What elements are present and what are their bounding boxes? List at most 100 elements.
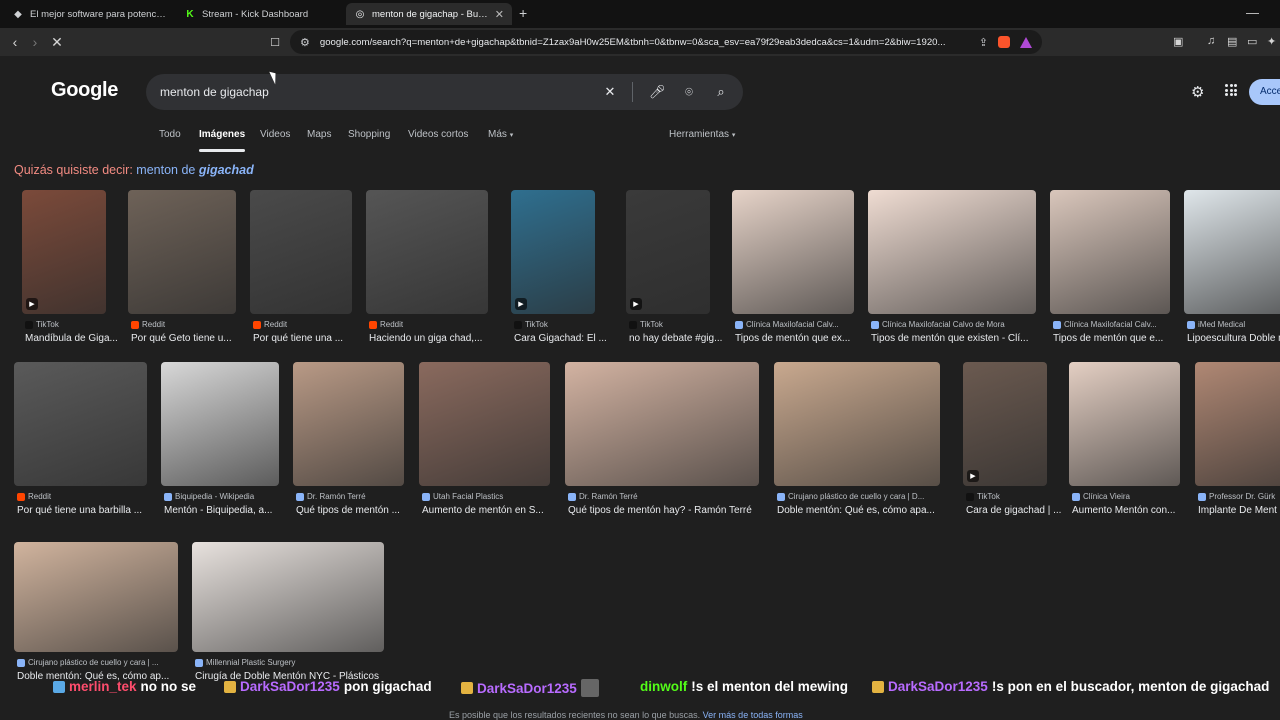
image-source[interactable]: Biquipedia - Wikipedia — [164, 492, 302, 501]
image-result-card[interactable]: Clínica Maxilofacial Calv... Tipos de men… — [1050, 190, 1170, 350]
image-result-card[interactable]: Reddit Por qué tiene una barbilla ... — [14, 362, 147, 522]
image-thumbnail[interactable]: ▶ — [22, 190, 106, 314]
image-caption[interactable]: Qué tipos de mentón ... — [296, 505, 427, 516]
image-thumbnail[interactable] — [732, 190, 854, 314]
site-info-icon[interactable]: ⚙ — [300, 36, 310, 49]
tab-maps[interactable]: Maps — [307, 129, 331, 140]
image-caption[interactable]: no hay debate #gig... — [629, 333, 733, 344]
image-result-card[interactable]: Professor Dr. Gürk Implante De Ment — [1195, 362, 1280, 522]
image-caption[interactable]: Haciendo un giga chad,... — [369, 333, 511, 344]
image-result-card[interactable]: ▶ TikTok no hay debate #gig... — [626, 190, 722, 350]
image-source[interactable]: iMed Medical — [1187, 320, 1280, 329]
close-tab-icon[interactable]: ✕ — [495, 8, 504, 21]
image-result-card[interactable]: Reddit Por qué tiene una ... — [250, 190, 352, 350]
image-result-card[interactable]: Reddit Haciendo un giga chad,... — [366, 190, 488, 350]
search-input[interactable]: menton de gigachap — [160, 85, 586, 99]
image-result-card[interactable]: ▶ TikTok Cara de gigachad | ... — [963, 362, 1061, 522]
image-thumbnail[interactable] — [128, 190, 236, 314]
forward-button[interactable]: › — [25, 32, 45, 52]
image-thumbnail[interactable] — [868, 190, 1036, 314]
screenshot-icon[interactable]: ▣ — [1173, 35, 1183, 48]
image-caption[interactable]: Mandíbula de Giga... — [25, 333, 129, 344]
share-icon[interactable]: ⇪ — [979, 36, 988, 49]
did-you-mean-link[interactable]: menton de gigachad — [136, 163, 253, 177]
image-caption[interactable]: Doble mentón: Qué es, cómo apa... — [777, 505, 963, 516]
image-result-card[interactable]: Dr. Ramón Terré Qué tipos de mentón hay? … — [565, 362, 759, 522]
image-source[interactable]: Cirujano plástico de cuello y cara | D..… — [777, 492, 963, 501]
tab-shopping[interactable]: Shopping — [348, 129, 390, 140]
new-tab-button[interactable]: + — [519, 5, 527, 21]
bookmark-icon[interactable]: ☐ — [265, 32, 285, 52]
microphone-icon[interactable]: 🎤︎ — [649, 84, 666, 100]
image-caption[interactable]: Implante De Ment — [1198, 505, 1280, 516]
sign-in-button[interactable]: Acceder — [1249, 79, 1280, 105]
image-thumbnail[interactable] — [14, 542, 178, 652]
image-result-card[interactable]: Cirujano plástico de cuello y cara | ...… — [14, 542, 178, 688]
image-caption[interactable]: Por qué tiene una ... — [253, 333, 375, 344]
image-caption[interactable]: Mentón - Biquipedia, a... — [164, 505, 302, 516]
image-result-card[interactable]: Utah Facial Plastics Aumento de mentón en… — [419, 362, 550, 522]
image-caption[interactable]: Cara Gigachad: El ... — [514, 333, 618, 344]
image-source[interactable]: TikTok — [25, 320, 129, 329]
image-thumbnail[interactable]: ▶ — [511, 190, 595, 314]
image-caption[interactable]: Aumento de mentón en S... — [422, 505, 573, 516]
image-caption[interactable]: Tipos de mentón que e... — [1053, 333, 1193, 344]
image-caption[interactable]: Por qué Geto tiene u... — [131, 333, 259, 344]
image-source[interactable]: Clínica Maxilofacial Calv... — [735, 320, 877, 329]
clear-icon[interactable]: ✕ — [602, 84, 618, 100]
image-source[interactable]: Cirujano plástico de cuello y cara | ... — [17, 658, 201, 667]
image-source[interactable]: Reddit — [17, 492, 170, 501]
tools-button[interactable]: Herramientas ▾ — [669, 129, 735, 140]
image-thumbnail[interactable] — [1050, 190, 1170, 314]
music-icon[interactable]: ♫ — [1207, 35, 1215, 47]
image-thumbnail[interactable] — [14, 362, 147, 486]
search-box[interactable]: menton de gigachap ✕ 🎤︎ ⌾ ⌕ — [146, 74, 743, 110]
tab-videos[interactable]: Videos — [260, 129, 290, 140]
image-result-card[interactable]: ▶ TikTok Mandíbula de Giga... — [22, 190, 118, 350]
tab-videos-cortos[interactable]: Videos cortos — [408, 129, 468, 140]
image-result-card[interactable]: Clínica Maxilofacial Calvo de Mora Tipos … — [868, 190, 1036, 350]
image-thumbnail[interactable]: ▶ — [626, 190, 710, 314]
image-result-card[interactable]: ▶ TikTok Cara Gigachad: El ... — [511, 190, 607, 350]
image-source[interactable]: Dr. Ramón Terré — [296, 492, 427, 501]
image-source[interactable]: TikTok — [966, 492, 1070, 501]
image-thumbnail[interactable] — [293, 362, 404, 486]
image-caption[interactable]: Qué tipos de mentón hay? - Ramón Terré — [568, 505, 782, 516]
brave-shields-icon[interactable] — [998, 36, 1010, 48]
settings-gear-icon[interactable]: ⚙ — [1191, 83, 1204, 101]
image-source[interactable]: TikTok — [629, 320, 733, 329]
image-thumbnail[interactable] — [366, 190, 488, 314]
address-bar[interactable]: ⚙ google.com/search?q=menton+de+gigachap… — [290, 30, 1042, 54]
browser-tab-3[interactable]: ◎ menton de gigachap - Buscar co ✕ — [346, 3, 512, 25]
image-caption[interactable]: Lipoescultura Doble m — [1187, 333, 1280, 344]
image-source[interactable]: Millennial Plastic Surgery — [195, 658, 407, 667]
image-thumbnail[interactable] — [250, 190, 352, 314]
stop-loading-button[interactable]: ✕ — [47, 32, 67, 52]
image-result-card[interactable]: iMed Medical Lipoescultura Doble m — [1184, 190, 1280, 350]
tab-mas[interactable]: Más ▾ — [488, 129, 513, 140]
url-text[interactable]: google.com/search?q=menton+de+gigachap&t… — [320, 37, 969, 48]
image-result-card[interactable]: Dr. Ramón Terré Qué tipos de mentón ... — [293, 362, 404, 522]
image-thumbnail[interactable] — [1184, 190, 1280, 314]
tab-todo[interactable]: Todo — [159, 129, 181, 140]
image-thumbnail[interactable] — [419, 362, 550, 486]
image-source[interactable]: Reddit — [131, 320, 259, 329]
image-source[interactable]: Professor Dr. Gürk — [1198, 492, 1280, 501]
image-thumbnail[interactable] — [1069, 362, 1180, 486]
image-thumbnail[interactable] — [774, 362, 940, 486]
image-thumbnail[interactable]: ▶ — [963, 362, 1047, 486]
image-result-card[interactable]: Cirujano plástico de cuello y cara | D..… — [774, 362, 940, 522]
sidebar-icon[interactable]: ▤ — [1227, 35, 1237, 48]
browser-tab-1[interactable]: ◆ El mejor software para potenciar tu s — [4, 3, 174, 25]
image-source[interactable]: Clínica Maxilofacial Calv... — [1053, 320, 1193, 329]
image-thumbnail[interactable] — [192, 542, 384, 652]
back-button[interactable]: ‹ — [5, 32, 25, 52]
image-result-card[interactable]: Clínica Maxilofacial Calv... Tipos de men… — [732, 190, 854, 350]
image-thumbnail[interactable] — [161, 362, 279, 486]
google-apps-icon[interactable] — [1225, 84, 1237, 96]
extensions-icon[interactable]: ✦ — [1267, 35, 1276, 48]
image-source[interactable]: Clínica Vieira — [1072, 492, 1203, 501]
image-caption[interactable]: Por qué tiene una barbilla ... — [17, 505, 170, 516]
lens-icon[interactable]: ⌾ — [681, 84, 697, 100]
tab-imagenes[interactable]: Imágenes — [199, 129, 245, 140]
